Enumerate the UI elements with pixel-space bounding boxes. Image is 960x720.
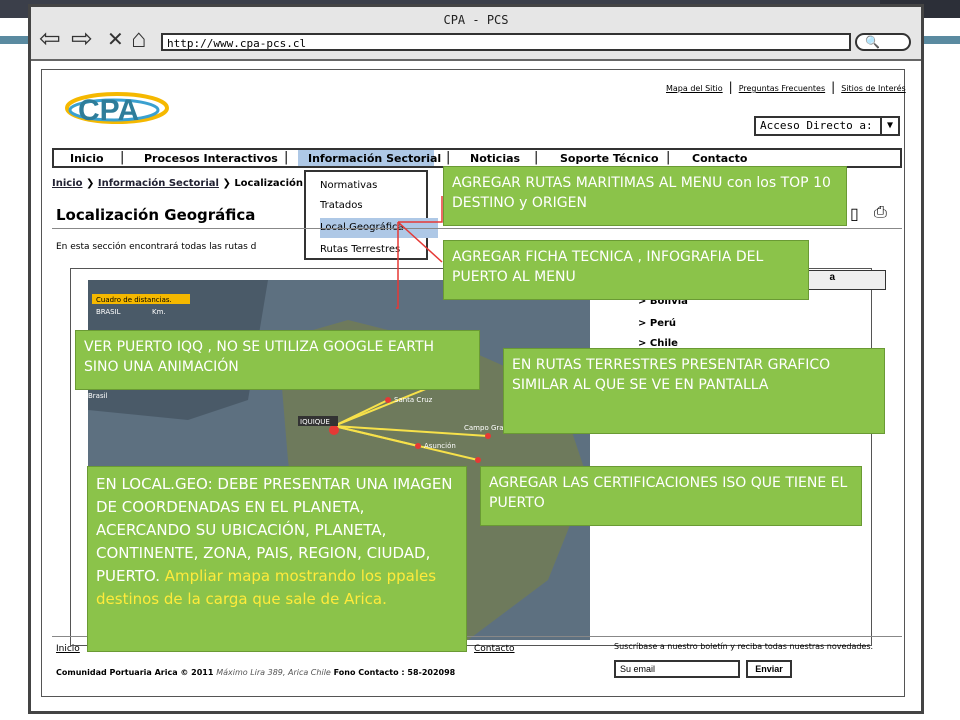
- note-ficha-tecnica: AGREGAR FICHA TECNICA , INFOGRAFIA DEL P…: [443, 240, 809, 300]
- note-puerto-iqq: VER PUERTO IQQ , NO SE UTILIZA GOOGLE EA…: [75, 330, 480, 390]
- note-rutas-terrestres: EN RUTAS TERRESTRES PRESENTAR GRAFICO SI…: [503, 348, 885, 434]
- note-local-geo: EN LOCAL.GEO: DEBE PRESENTAR UNA IMAGEN …: [87, 466, 467, 652]
- note-rutas-maritimas: AGREGAR RUTAS MARITIMAS AL MENU con los …: [443, 166, 847, 226]
- note-certificaciones: AGREGAR LAS CERTIFICACIONES ISO QUE TIEN…: [480, 466, 862, 526]
